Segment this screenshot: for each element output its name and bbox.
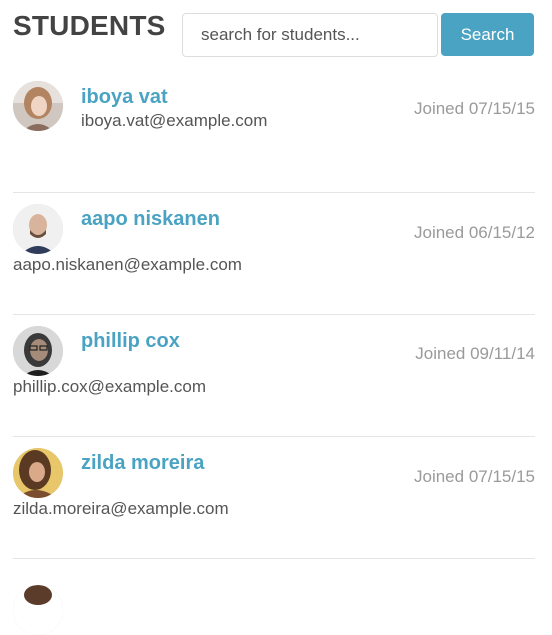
student-email: iboya.vat@example.com bbox=[81, 111, 268, 130]
avatar-photo-icon bbox=[13, 204, 63, 254]
page-header: STUDENTS Search bbox=[0, 0, 552, 70]
search-input[interactable] bbox=[182, 13, 438, 57]
student-avatar[interactable] bbox=[13, 448, 63, 498]
student-email: phillip.cox@example.com bbox=[13, 377, 207, 396]
student-avatar[interactable] bbox=[13, 585, 63, 635]
student-avatar[interactable] bbox=[13, 81, 63, 131]
student-name-link[interactable]: aapo niskanen bbox=[81, 208, 220, 230]
avatar-photo-icon bbox=[13, 81, 63, 131]
student-name-link[interactable]: phillip cox bbox=[81, 330, 180, 352]
avatar-photo-icon bbox=[13, 448, 63, 498]
avatar-photo-icon bbox=[13, 585, 63, 635]
student-item: iboya vat iboya.vat@example.com Joined 0… bbox=[13, 72, 535, 193]
joined-date: Joined 06/15/12 bbox=[414, 223, 535, 242]
avatar-photo-icon bbox=[13, 326, 63, 376]
joined-date: Joined 07/15/15 bbox=[414, 467, 535, 486]
student-avatar[interactable] bbox=[13, 326, 63, 376]
student-item: aapo niskanen Joined 06/15/12 aapo.niska… bbox=[13, 193, 535, 315]
student-name-link[interactable]: iboya vat bbox=[81, 86, 168, 108]
student-name-link[interactable]: zilda moreira bbox=[81, 452, 204, 474]
joined-date: Joined 07/15/15 bbox=[414, 99, 535, 118]
student-item: zilda moreira Joined 07/15/15 zilda.more… bbox=[13, 437, 535, 559]
joined-date: Joined 09/11/14 bbox=[415, 344, 535, 363]
student-list: iboya vat iboya.vat@example.com Joined 0… bbox=[13, 72, 535, 635]
student-item: phillip cox Joined 09/11/14 phillip.cox@… bbox=[13, 315, 535, 437]
student-email: aapo.niskanen@example.com bbox=[13, 255, 242, 274]
search-button[interactable]: Search bbox=[441, 13, 534, 56]
student-email: zilda.moreira@example.com bbox=[13, 499, 229, 518]
page-title: STUDENTS bbox=[13, 10, 166, 41]
student-item bbox=[13, 559, 535, 635]
student-avatar[interactable] bbox=[13, 204, 63, 254]
